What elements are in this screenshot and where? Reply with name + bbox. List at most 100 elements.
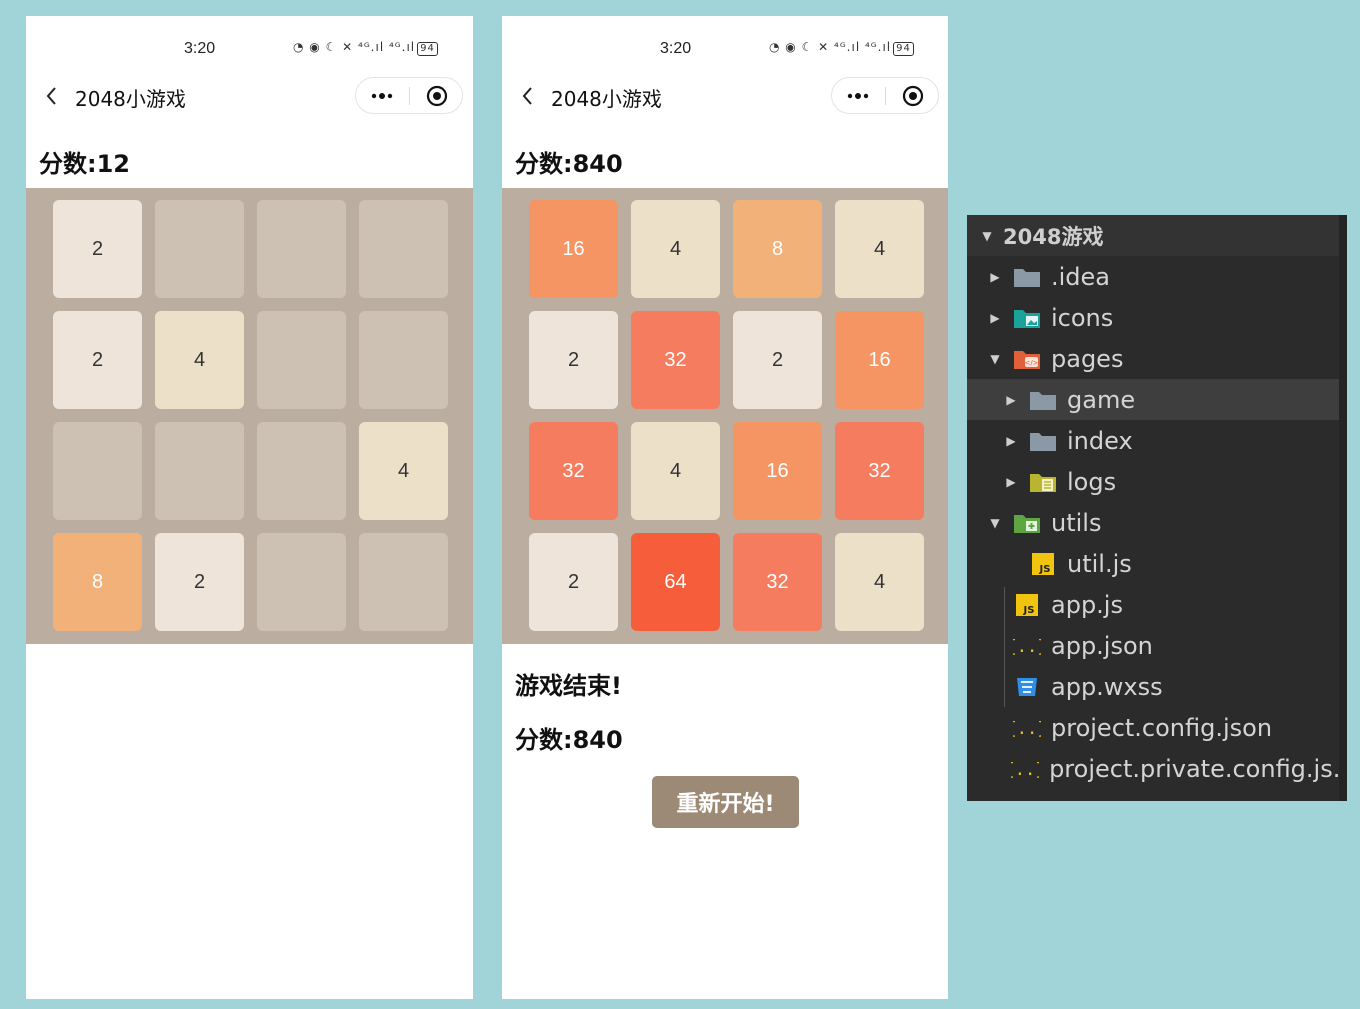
explorer-item-pages[interactable]: ▼ </> pages: [967, 338, 1339, 379]
tile-empty: [257, 311, 346, 409]
tile-16: 16: [733, 422, 822, 520]
explorer-item-label: app.js: [1051, 590, 1123, 619]
explorer-item-utils[interactable]: ▼ utils: [967, 502, 1339, 543]
game-board[interactable]: 224482: [26, 188, 473, 644]
explorer-scrollbar[interactable]: [1339, 215, 1347, 801]
chevron-right-icon: ▶: [990, 269, 1000, 284]
tile-32: 32: [835, 422, 924, 520]
status-indicators: ◔ ◉ ☾ ✕ ⁴ᴳ.ıl ⁴ᴳ.ıl: [293, 40, 416, 54]
folder-icon: [1029, 389, 1057, 411]
json-file-icon: {..}: [1005, 758, 1046, 780]
explorer-item-label: icons: [1051, 303, 1114, 332]
tile-empty: [359, 200, 448, 298]
chevron-right-icon: ▶: [1006, 433, 1016, 448]
battery-icon: 94: [893, 42, 914, 56]
json-file-icon: {..}: [1007, 635, 1048, 657]
chevron-right-icon: ▶: [1006, 474, 1016, 489]
tile-2: 2: [53, 200, 142, 298]
phone-screen-playing: 3:20 ◔ ◉ ☾ ✕ ⁴ᴳ.ıl ⁴ᴳ.ıl 94 2048小游戏 分数:12…: [26, 16, 473, 999]
explorer-item-label: logs: [1067, 467, 1117, 496]
tile-16: 16: [529, 200, 618, 298]
more-icon[interactable]: [832, 78, 885, 113]
more-icon[interactable]: [356, 78, 409, 113]
status-icons: ◔ ◉ ☾ ✕ ⁴ᴳ.ıl ⁴ᴳ.ıl 94: [769, 40, 914, 56]
tile-empty: [53, 422, 142, 520]
chevron-down-icon: ▼: [990, 515, 1000, 530]
chevron-right-icon: ▶: [1006, 392, 1016, 407]
tile-4: 4: [835, 533, 924, 631]
tile-4: 4: [631, 422, 720, 520]
nav-bar: 2048小游戏: [502, 76, 948, 116]
mini-program-capsule: [355, 77, 463, 114]
explorer-item-label: game: [1067, 385, 1136, 414]
explorer-item-app-json[interactable]: {..} app.json: [967, 625, 1339, 666]
tile-32: 32: [733, 533, 822, 631]
tile-empty: [359, 533, 448, 631]
explorer-item--idea[interactable]: ▶ .idea: [967, 256, 1339, 297]
explorer-item-label: utils: [1051, 508, 1102, 537]
tile-32: 32: [529, 422, 618, 520]
score-display: 分数:840: [515, 150, 623, 178]
tile-empty: [257, 422, 346, 520]
status-bar: 3:20 ◔ ◉ ☾ ✕ ⁴ᴳ.ıl ⁴ᴳ.ıl 94: [26, 16, 473, 76]
explorer-item-index[interactable]: ▶ index: [967, 420, 1339, 461]
status-time: 3:20: [184, 40, 216, 57]
pages-folder-icon: </>: [1013, 348, 1041, 370]
game-board[interactable]: 16 4 8 4 2 32 2 16 32 4 16 32 2 64 32 4: [502, 188, 948, 644]
svg-text:{..}: {..}: [1013, 637, 1041, 657]
page-title: 2048小游戏: [551, 87, 662, 111]
tile-empty: [155, 200, 244, 298]
explorer-item-project-private-config-js[interactable]: {..} project.private.config.js...: [967, 748, 1339, 789]
file-explorer: ▼ 2048游戏 ▶ .idea ▶ icons ▼ </> pages ▶ game ▶ inde…: [967, 215, 1347, 801]
tile-empty: [359, 311, 448, 409]
images-folder-icon: [1013, 307, 1041, 329]
tile-8: 8: [53, 533, 142, 631]
folder-icon: [1013, 266, 1041, 288]
logs-folder-icon: [1029, 471, 1057, 493]
explorer-item-app-js[interactable]: JS app.js: [967, 584, 1339, 625]
back-arrow-icon[interactable]: [42, 84, 62, 108]
svg-text:{..}: {..}: [1011, 760, 1039, 780]
explorer-item-logs[interactable]: ▶ logs: [967, 461, 1339, 502]
status-time: 3:20: [660, 40, 692, 57]
chevron-down-icon: ▼: [982, 228, 992, 243]
phone-screen-game-over: 3:20 ◔ ◉ ☾ ✕ ⁴ᴳ.ıl ⁴ᴳ.ıl 94 2048小游戏 分数:84…: [502, 16, 948, 999]
explorer-item-label: util.js: [1067, 549, 1132, 578]
back-arrow-icon[interactable]: [518, 84, 538, 108]
tile-8: 8: [733, 200, 822, 298]
restart-button[interactable]: 重新开始!: [652, 776, 799, 828]
tile-4: 4: [359, 422, 448, 520]
tile-empty: [257, 533, 346, 631]
status-bar: 3:20 ◔ ◉ ☾ ✕ ⁴ᴳ.ıl ⁴ᴳ.ıl 94: [502, 16, 948, 76]
js-file-icon: JS: [1013, 593, 1041, 616]
score-display: 分数:12: [39, 150, 130, 178]
explorer-item-icons[interactable]: ▶ icons: [967, 297, 1339, 338]
tile-empty: [257, 200, 346, 298]
explorer-item-project-config-json[interactable]: {..} project.config.json: [967, 707, 1339, 748]
tile-2: 2: [53, 311, 142, 409]
tile-2: 2: [155, 533, 244, 631]
close-target-icon[interactable]: [410, 78, 463, 113]
explorer-item-label: project.private.config.js...: [1049, 754, 1340, 783]
game-over-text: 游戏结束!: [515, 672, 622, 700]
explorer-item-label: app.json: [1051, 631, 1153, 660]
close-target-icon[interactable]: [886, 78, 939, 113]
explorer-item-util-js[interactable]: JS util.js: [967, 543, 1339, 584]
utils-folder-icon: [1013, 512, 1041, 534]
explorer-item-label: index: [1067, 426, 1133, 455]
final-score: 分数:840: [515, 726, 623, 754]
chevron-right-icon: ▶: [990, 310, 1000, 325]
svg-text:</>: </>: [1024, 359, 1038, 367]
svg-text:{..}: {..}: [1013, 719, 1041, 739]
mini-program-capsule: [831, 77, 939, 114]
nav-bar: 2048小游戏: [26, 76, 473, 116]
explorer-item-game[interactable]: ▶ game: [967, 379, 1339, 420]
page-title: 2048小游戏: [75, 87, 186, 111]
explorer-root-folder[interactable]: ▼ 2048游戏: [967, 215, 1339, 256]
chevron-down-icon: ▼: [990, 351, 1000, 366]
explorer-item-app-wxss[interactable]: app.wxss: [967, 666, 1339, 707]
tile-32: 32: [631, 311, 720, 409]
status-indicators: ◔ ◉ ☾ ✕ ⁴ᴳ.ıl ⁴ᴳ.ıl: [769, 40, 892, 54]
tile-2: 2: [733, 311, 822, 409]
svg-text:JS: JS: [1039, 564, 1051, 575]
